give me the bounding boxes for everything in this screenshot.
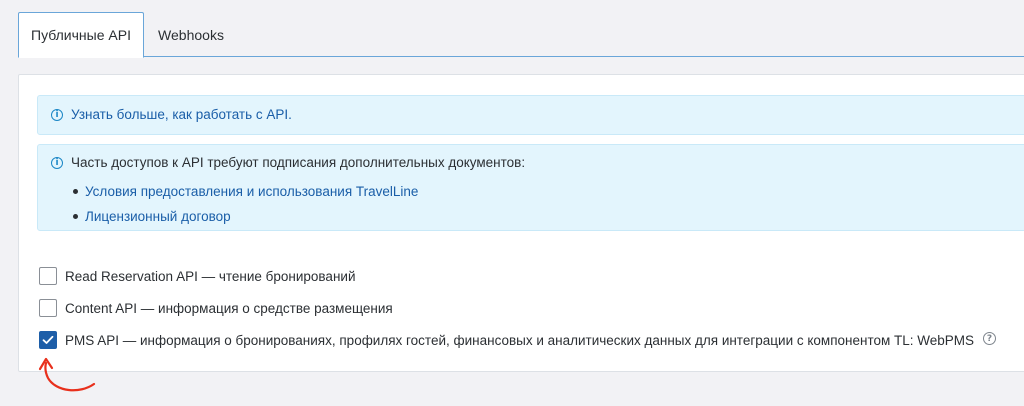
info-alert-learn-more: i Узнать больше, как работать с API. bbox=[37, 95, 1024, 135]
tab-bar: Публичные API Webhooks bbox=[18, 12, 1024, 58]
documents-intro-text: Часть доступов к API требуют подписания … bbox=[71, 155, 526, 170]
checkmark-icon bbox=[42, 335, 54, 344]
info-circle-icon: i bbox=[51, 157, 63, 169]
tab-public-api-label: Публичные API bbox=[31, 27, 131, 43]
license-agreement-link[interactable]: Лицензионный договор bbox=[85, 209, 231, 224]
permission-label: Content API — информация о средстве разм… bbox=[65, 300, 393, 316]
list-item: Условия предоставления и использования T… bbox=[71, 183, 418, 208]
read-reservation-checkbox[interactable] bbox=[39, 267, 57, 285]
tab-webhooks-label: Webhooks bbox=[158, 26, 224, 43]
content-api-checkbox[interactable] bbox=[39, 299, 57, 317]
question-circle-icon[interactable]: ? bbox=[983, 332, 996, 345]
api-settings-panel: i Узнать больше, как работать с API. i Ч… bbox=[18, 74, 1024, 372]
tab-webhooks[interactable]: Webhooks bbox=[144, 12, 238, 57]
permission-pms-api[interactable]: PMS API — информация о бронированиях, пр… bbox=[39, 330, 974, 350]
permission-label: Read Reservation API — чтение бронирован… bbox=[65, 268, 356, 284]
list-item: Лицензионный договор bbox=[71, 208, 418, 233]
permission-content-api[interactable]: Content API — информация о средстве разм… bbox=[39, 298, 393, 318]
terms-of-use-link[interactable]: Условия предоставления и использования T… bbox=[85, 184, 418, 199]
pms-api-checkbox[interactable] bbox=[39, 331, 57, 349]
info-alert-documents: i Часть доступов к API требуют подписани… bbox=[37, 144, 1024, 231]
info-circle-icon: i bbox=[51, 109, 63, 121]
documents-list: Условия предоставления и использования T… bbox=[71, 183, 418, 233]
curved-arrow-icon bbox=[38, 357, 96, 392]
learn-more-link[interactable]: Узнать больше, как работать с API. bbox=[71, 107, 292, 122]
permission-label: PMS API — информация о бронированиях, пр… bbox=[65, 332, 975, 348]
permission-read-reservation[interactable]: Read Reservation API — чтение бронирован… bbox=[39, 266, 355, 286]
tab-public-api[interactable]: Публичные API bbox=[18, 12, 144, 58]
